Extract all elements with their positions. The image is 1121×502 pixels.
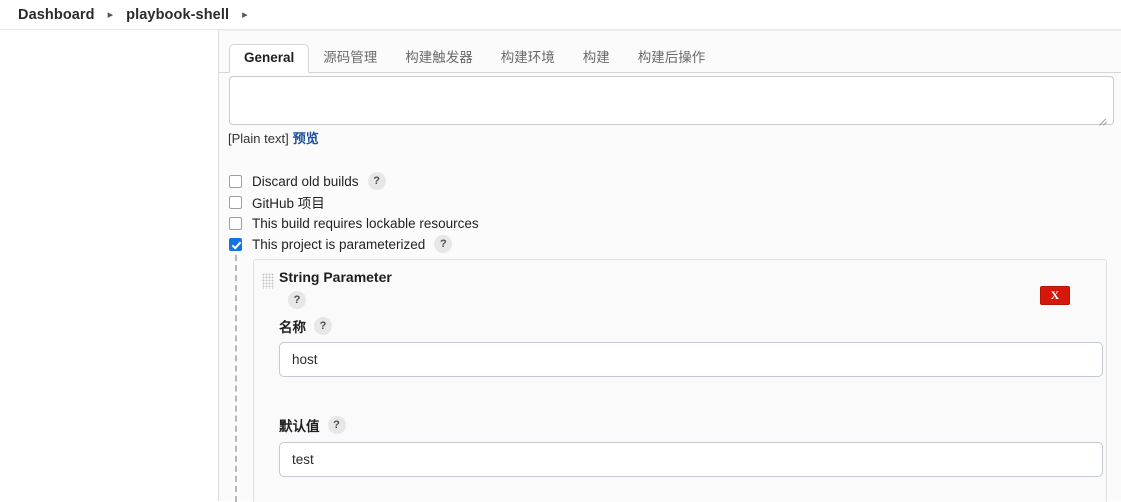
breadcrumb: Dashboard ▸ playbook-shell ▸ [0,0,1121,30]
tab-source-code-management[interactable]: 源码管理 [309,44,391,73]
checkbox-project-parameterized[interactable] [229,237,242,251]
breadcrumb-item-playbook-shell[interactable]: playbook-shell [126,7,229,23]
checkbox-github-project[interactable] [229,195,242,209]
option-row-lockable-resources: This build requires lockable resources [229,213,479,233]
string-parameter-title: String Parameter [279,269,392,285]
option-row-project-parameterized: This project is parameterized ? [229,234,453,254]
option-label-discard-old-builds: Discard old builds [252,173,359,189]
tab-post-build-actions[interactable]: 构建后操作 [624,44,720,73]
config-tab-bar: General 源码管理 构建触发器 构建环境 构建 构建后操作 [219,39,1121,73]
description-textarea[interactable] [229,76,1114,125]
description-markup-line: [Plain text] 预览 [228,132,319,145]
side-panel [0,30,218,501]
option-label-project-parameterized: This project is parameterized [252,236,426,252]
configuration-panel: General 源码管理 构建触发器 构建环境 构建 构建后操作 [Plain … [218,30,1121,502]
help-icon-project-parameterized[interactable]: ? [434,235,453,253]
help-icon-discard-old-builds[interactable]: ? [367,172,386,190]
checkbox-discard-old-builds[interactable] [229,174,242,188]
help-icon-string-parameter[interactable]: ? [288,291,306,309]
field-label-default-value: 默认值 ? [279,415,346,435]
breadcrumb-dropdown-icon[interactable]: ▸ [242,10,248,21]
input-parameter-default-value[interactable] [279,442,1103,477]
page-body: General 源码管理 构建触发器 构建环境 构建 构建后操作 [Plain … [0,30,1121,502]
delete-parameter-button[interactable]: X [1040,286,1070,305]
tab-build-triggers[interactable]: 构建触发器 [391,44,487,73]
breadcrumb-separator-icon: ▸ [107,9,114,21]
option-label-lockable-resources: This build requires lockable resources [252,215,479,231]
string-parameter-block: String Parameter ? 名称 ? 默认值 ? [253,259,1107,502]
option-label-github-project: GitHub 项目 [252,196,325,211]
tab-build-environment[interactable]: 构建环境 [487,44,569,73]
tab-general[interactable]: General [229,43,310,73]
field-label-name-text: 名称 [279,320,306,335]
field-label-name: 名称 ? [279,316,332,336]
option-row-discard-old-builds: Discard old builds ? [229,171,386,191]
parameter-connector-line [235,255,237,502]
input-parameter-name[interactable] [279,342,1103,377]
field-label-default-value-text: 默认值 [279,419,320,434]
drag-handle-icon[interactable] [262,273,274,289]
option-row-github-project: GitHub 项目 [229,192,325,212]
description-preview-link[interactable]: 预览 [293,131,319,146]
tab-build[interactable]: 构建 [569,44,624,73]
help-icon-name[interactable]: ? [314,317,332,335]
help-icon-default-value[interactable]: ? [327,416,346,434]
breadcrumb-item-dashboard[interactable]: Dashboard [18,7,95,23]
markup-type-label: [Plain text] [228,131,289,146]
checkbox-lockable-resources[interactable] [229,216,242,230]
